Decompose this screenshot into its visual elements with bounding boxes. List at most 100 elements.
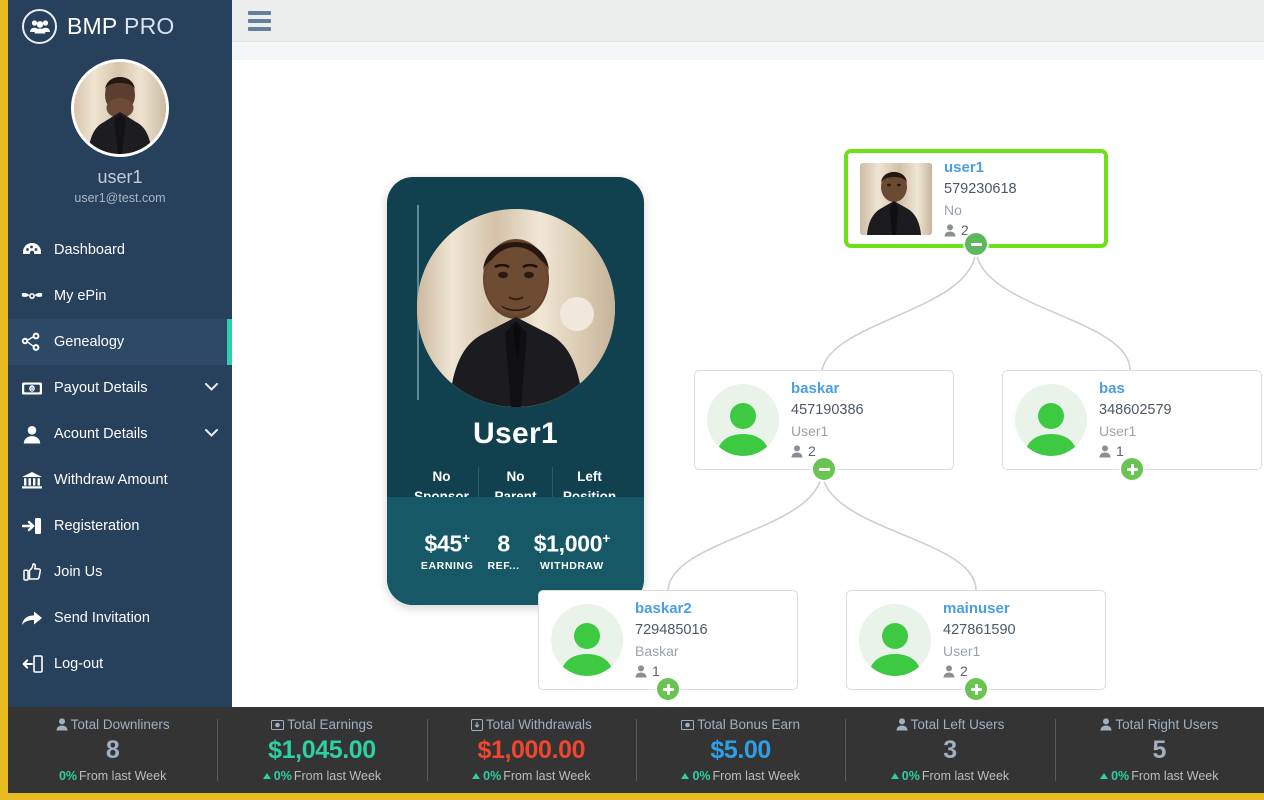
- node-parent: No: [944, 200, 1017, 220]
- profile-stat-withdraw: $1,000+ WITHDRAW: [534, 530, 610, 573]
- sidebar-item-acount-details[interactable]: Acount Details: [8, 411, 232, 457]
- tree-node-mainuser[interactable]: mainuser 427861590 User1 2: [846, 590, 1106, 690]
- stat-total-earnings: Total Earnings $1,045.00 0% From last We…: [217, 707, 426, 793]
- stat-total-right-users: Total Right Users 5 0%From last Week: [1055, 707, 1264, 793]
- sidebar-item-join-us[interactable]: Join Us: [8, 549, 232, 595]
- stat-subtext: 0%From last Week: [472, 769, 590, 783]
- node-avatar: [859, 604, 931, 676]
- stat-title: Total Withdrawals: [486, 717, 592, 732]
- logout-icon: [21, 653, 43, 675]
- node-parent: User1: [791, 421, 864, 441]
- trend-up-icon: [681, 773, 689, 779]
- stat-title: Total Earnings: [287, 717, 373, 732]
- stat-value: 3: [943, 736, 957, 765]
- sidebar-item-withdraw-amount[interactable]: Withdraw Amount: [8, 457, 232, 503]
- node-avatar: [1015, 384, 1087, 456]
- node-info: bas 348602579 User1 1: [1099, 378, 1172, 461]
- dashboard-icon: [21, 239, 43, 261]
- node-collapse-toggle[interactable]: [965, 233, 987, 255]
- money-note-icon: 0: [21, 377, 43, 399]
- footer-stats-bar: Total Downliners 8 0% From last Week Tot…: [8, 707, 1264, 793]
- profile-stat-earning: $45+ EARNING: [421, 530, 474, 573]
- profile-card-stats: $45+ EARNING 8 REF... $1,000+ WITHDRAW: [387, 497, 644, 605]
- genealogy-canvas: User1 No Sponsor No Parent Left Position…: [232, 60, 1264, 720]
- person-icon: [896, 718, 908, 731]
- stat-value: $5.00: [710, 736, 771, 765]
- tree-node-baskar[interactable]: baskar 457190386 User1 2: [694, 370, 954, 470]
- stat-subtext: 0% From last Week: [891, 769, 1009, 783]
- stat-subtext: 0% From last Week: [59, 769, 166, 783]
- node-username: bas: [1099, 378, 1172, 400]
- node-id: 427861590: [943, 620, 1016, 641]
- node-avatar: [860, 163, 932, 235]
- sidebar: BMP PRO: [8, 0, 232, 716]
- sidebar-item-genealogy[interactable]: Genealogy: [8, 319, 232, 365]
- person-icon: [56, 718, 68, 731]
- money-icon: [271, 720, 284, 730]
- topbar: [232, 0, 1264, 42]
- bank-icon: [21, 469, 43, 491]
- brand-title-bold: BMP: [67, 13, 117, 39]
- chevron-down-icon: [205, 428, 218, 440]
- node-info: baskar 457190386 User1 2: [791, 378, 864, 461]
- sidebar-item-label: My ePin: [54, 288, 106, 304]
- node-expand-toggle[interactable]: [1121, 458, 1143, 480]
- stat-title-row: Total Earnings: [271, 717, 373, 732]
- tree-node-baskar2[interactable]: baskar2 729485016 Baskar 1: [538, 590, 798, 690]
- sidebar-item-log-out[interactable]: Log-out: [8, 641, 232, 687]
- tree-node-bas[interactable]: bas 348602579 User1 1: [1002, 370, 1262, 470]
- sidebar-nav: Dashboard My ePin: [8, 227, 232, 687]
- sidebar-item-label: Genealogy: [54, 334, 124, 350]
- hamburger-icon[interactable]: [248, 11, 271, 31]
- sidebar-item-payout-details[interactable]: 0 Payout Details: [8, 365, 232, 411]
- share-arrow-icon: [21, 607, 43, 629]
- node-username: baskar: [791, 378, 864, 400]
- stat-value: $1,045.00: [268, 736, 376, 765]
- sidebar-item-label: Dashboard: [54, 242, 125, 258]
- trend-up-icon: [472, 773, 480, 779]
- stat-subtext: 0%From last Week: [681, 769, 799, 783]
- node-collapse-toggle[interactable]: [813, 458, 835, 480]
- trend-up-icon: [891, 773, 899, 779]
- node-expand-toggle[interactable]: [965, 678, 987, 700]
- node-username: baskar2: [635, 598, 708, 620]
- profile-card-photo: [417, 209, 615, 407]
- node-id: 729485016: [635, 620, 708, 641]
- withdraw-icon: [471, 719, 483, 731]
- node-avatar: [551, 604, 623, 676]
- stat-title-row: Total Left Users: [896, 717, 1005, 732]
- stat-total-bonus-earn: Total Bonus Earn $5.00 0%From last Week: [636, 707, 845, 793]
- trend-up-icon: [1100, 773, 1108, 779]
- user-icon: [21, 423, 43, 445]
- sidebar-item-label: Send Invitation: [54, 610, 150, 626]
- node-id: 457190386: [791, 400, 864, 421]
- stat-subtext: 0%From last Week: [1100, 769, 1218, 783]
- node-username: user1: [944, 157, 1017, 179]
- node-expand-toggle[interactable]: [657, 678, 679, 700]
- sidebar-item-label: Payout Details: [54, 380, 148, 396]
- money-icon: [681, 720, 694, 730]
- node-parent: User1: [1099, 421, 1172, 441]
- genealogy-icon: [21, 331, 43, 353]
- person-icon: [635, 665, 647, 678]
- stat-total-withdrawals: Total Withdrawals $1,000.00 0%From last …: [427, 707, 636, 793]
- profile-summary-card: User1 No Sponsor No Parent Left Position…: [387, 177, 644, 605]
- sidebar-item-dashboard[interactable]: Dashboard: [8, 227, 232, 273]
- profile-stat-ref: 8 REF...: [487, 530, 519, 573]
- sidebar-item-label: Log-out: [54, 656, 103, 672]
- sidebar-item-send-invitation[interactable]: Send Invitation: [8, 595, 232, 641]
- brand[interactable]: BMP PRO: [8, 0, 232, 52]
- sidebar-item-registeration[interactable]: Registeration: [8, 503, 232, 549]
- node-parent: User1: [943, 641, 1016, 661]
- profile-card-name: User1: [387, 417, 644, 451]
- sidebar-item-label: Withdraw Amount: [54, 472, 168, 488]
- sidebar-item-my-epin[interactable]: My ePin: [8, 273, 232, 319]
- node-parent: Baskar: [635, 641, 708, 661]
- node-username: mainuser: [943, 598, 1016, 620]
- left-accent-rail: [0, 0, 8, 800]
- stat-title-row: Total Withdrawals: [471, 717, 592, 732]
- tree-node-user1[interactable]: user1 579230618 No 2: [844, 149, 1108, 248]
- content-subheader: [232, 43, 1264, 60]
- brand-title-light: PRO: [117, 13, 174, 39]
- stat-value: 5: [1153, 736, 1167, 765]
